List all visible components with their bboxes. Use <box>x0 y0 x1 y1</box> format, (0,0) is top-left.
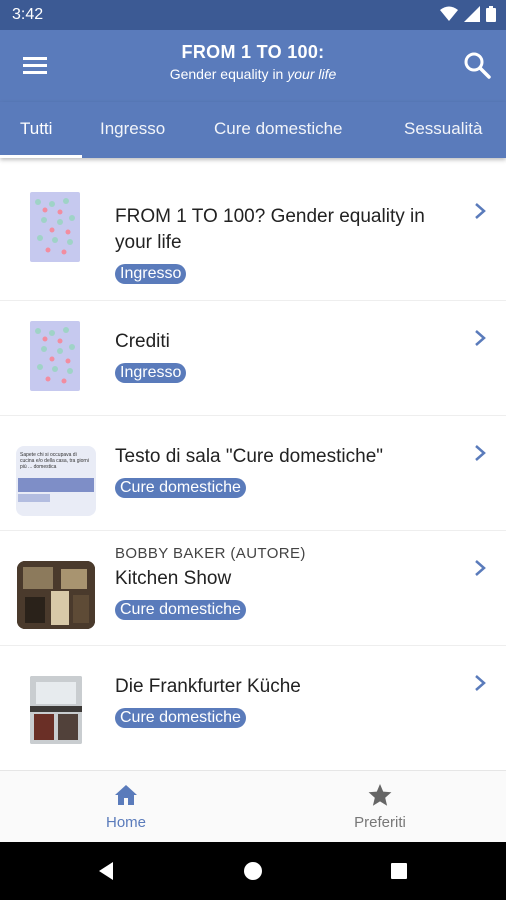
item-text: FROM 1 TO 100? Gender equality in your l… <box>115 204 446 284</box>
battery-icon <box>486 6 496 22</box>
thumbnail-text: Sapete chi si occupava di cucina e/o del… <box>20 452 89 470</box>
nav-home-label: Home <box>105 814 146 831</box>
wifi-icon <box>440 6 458 21</box>
item-title: Crediti <box>115 331 170 352</box>
status-bar: 3:42 <box>0 0 506 30</box>
list-item[interactable]: FROM 1 TO 100? Gender equality in your l… <box>0 160 506 301</box>
bottom-navigation: Home Preferiti <box>0 770 506 843</box>
tab-ingresso[interactable]: Ingresso <box>100 119 165 139</box>
page-subtitle: Gender equality in your life <box>70 66 436 82</box>
category-badge: Cure domestiche <box>115 708 246 728</box>
status-icons <box>440 6 496 22</box>
chevron-right-icon <box>475 560 486 576</box>
item-title: FROM 1 TO 100? Gender equality in your l… <box>115 206 425 253</box>
poster-thumbnail <box>30 192 80 262</box>
thumbnail-bar <box>18 494 50 502</box>
list-item[interactable]: Crediti Ingresso <box>0 301 506 416</box>
category-badge: Ingresso <box>115 363 187 383</box>
thumbnail-bar <box>18 478 94 492</box>
search-icon[interactable] <box>462 50 492 80</box>
back-icon[interactable] <box>95 860 117 882</box>
subtitle-emphasis: your life <box>287 66 337 82</box>
category-badge: Ingresso <box>115 264 187 284</box>
subtitle-text: Gender equality in <box>169 66 288 82</box>
category-badge: Cure domestiche <box>115 600 246 620</box>
status-time: 3:42 <box>12 6 44 23</box>
star-icon <box>368 784 392 806</box>
tab-indicator <box>0 155 82 158</box>
home-circle-icon[interactable] <box>243 861 263 881</box>
poster-thumbnail <box>30 321 80 391</box>
text-thumbnail: Sapete chi si occupava di cucina e/o del… <box>16 446 96 516</box>
header-titles: FROM 1 TO 100: Gender equality in your l… <box>70 42 436 82</box>
list-item[interactable]: Sapete chi si occupava di cucina e/o del… <box>0 416 506 531</box>
item-text: Testo di sala "Cure domestiche" Cure dom… <box>115 444 446 498</box>
app-bar: FROM 1 TO 100: Gender equality in your l… <box>0 30 506 102</box>
chevron-right-icon <box>475 445 486 461</box>
page-title: FROM 1 TO 100: <box>181 42 325 62</box>
item-title: Kitchen Show <box>115 568 232 589</box>
nav-preferiti[interactable]: Preferiti <box>320 783 440 831</box>
list-item[interactable]: Die Frankfurter Küche Cure domestiche <box>0 646 506 768</box>
item-title: Die Frankfurter Küche <box>115 676 301 697</box>
tab-cure-domestiche[interactable]: Cure domestiche <box>214 119 343 139</box>
item-text: Die Frankfurter Küche Cure domestiche <box>115 674 446 728</box>
item-author: BOBBY BAKER (AUTORE) <box>115 545 306 562</box>
photo-thumbnail <box>30 676 82 744</box>
item-title: Testo di sala "Cure domestiche" <box>115 446 384 467</box>
chevron-right-icon <box>475 330 486 346</box>
signal-icon <box>464 6 480 22</box>
recents-icon[interactable] <box>390 862 408 880</box>
home-icon <box>115 785 137 805</box>
item-text: Crediti Ingresso <box>115 329 446 383</box>
tab-tutti[interactable]: Tutti <box>20 119 52 139</box>
tab-sessualita[interactable]: Sessualità <box>404 119 482 139</box>
category-badge: Cure domestiche <box>115 478 246 498</box>
content-list: FROM 1 TO 100? Gender equality in your l… <box>0 160 506 768</box>
photo-thumbnail <box>17 561 95 629</box>
item-text: BOBBY BAKER (AUTORE) Kitchen Show Cure d… <box>115 545 446 620</box>
system-navigation-bar <box>0 842 506 900</box>
list-item[interactable]: BOBBY BAKER (AUTORE) Kitchen Show Cure d… <box>0 531 506 646</box>
menu-icon[interactable] <box>20 52 50 78</box>
nav-home[interactable]: Home <box>66 783 186 831</box>
nav-preferiti-label: Preferiti <box>354 814 406 831</box>
chevron-right-icon <box>475 675 486 691</box>
chevron-right-icon <box>475 203 486 219</box>
tab-bar: Tutti Ingresso Cure domestiche Sessualit… <box>0 102 506 158</box>
